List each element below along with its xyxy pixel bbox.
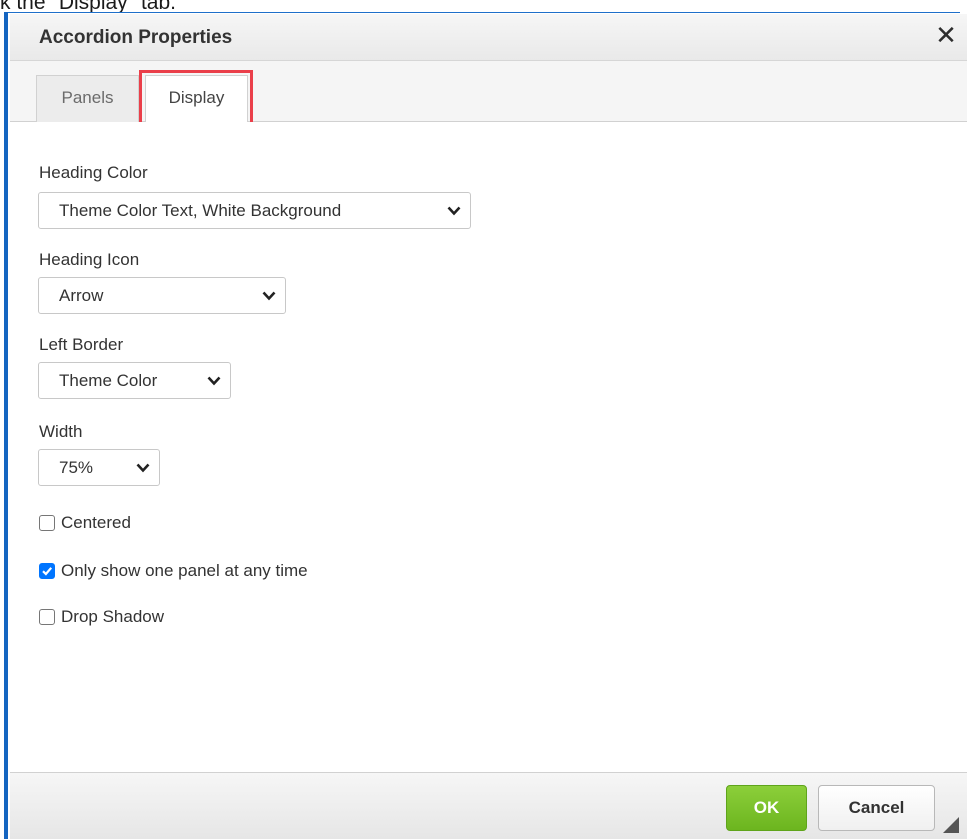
chevron-down-icon <box>447 206 461 216</box>
drop-shadow-checkbox-row[interactable]: Drop Shadow <box>39 605 164 629</box>
resize-grip-icon[interactable] <box>943 817 959 833</box>
chevron-down-icon <box>262 291 276 301</box>
dialog-content: Heading Color Theme Color Text, White Ba… <box>10 122 967 773</box>
tab-display[interactable]: Display <box>145 75 248 123</box>
heading-color-select[interactable]: Theme Color Text, White Background <box>38 192 471 229</box>
tab-panels[interactable]: Panels <box>36 75 139 122</box>
left-border-select[interactable]: Theme Color <box>38 362 231 399</box>
chevron-down-icon <box>207 376 221 386</box>
dialog-left-border <box>4 12 8 839</box>
dialog-title: Accordion Properties <box>39 27 233 48</box>
drop-shadow-label: Drop Shadow <box>61 607 165 626</box>
width-select[interactable]: 75% <box>38 449 160 486</box>
heading-color-value: Theme Color Text, White Background <box>59 201 342 220</box>
dialog-footer: OK Cancel <box>10 772 967 839</box>
ok-button[interactable]: OK <box>726 785 807 831</box>
width-value: 75% <box>59 458 94 477</box>
one-panel-checkbox-row[interactable]: Only show one panel at any time <box>39 559 308 583</box>
drop-shadow-checkbox[interactable] <box>39 609 55 625</box>
left-border-value: Theme Color <box>59 371 158 390</box>
tab-strip: Panels Display <box>10 61 967 123</box>
heading-color-label: Heading Color <box>39 163 148 182</box>
left-border-label: Left Border <box>39 335 124 354</box>
width-label: Width <box>39 422 83 441</box>
centered-label: Centered <box>61 513 131 532</box>
close-icon[interactable]: ✕ <box>931 20 961 50</box>
dialog-titlebar: Accordion Properties ✕ <box>10 14 967 61</box>
heading-icon-select[interactable]: Arrow <box>38 277 286 314</box>
heading-icon-label: Heading Icon <box>39 250 140 269</box>
heading-icon-value: Arrow <box>59 286 104 305</box>
chevron-down-icon <box>136 463 150 473</box>
one-panel-label: Only show one panel at any time <box>61 561 308 580</box>
centered-checkbox[interactable] <box>39 515 55 531</box>
one-panel-checkbox[interactable] <box>39 563 55 579</box>
centered-checkbox-row[interactable]: Centered <box>39 511 131 535</box>
checkmark-icon <box>42 567 53 576</box>
cancel-button[interactable]: Cancel <box>818 785 935 831</box>
